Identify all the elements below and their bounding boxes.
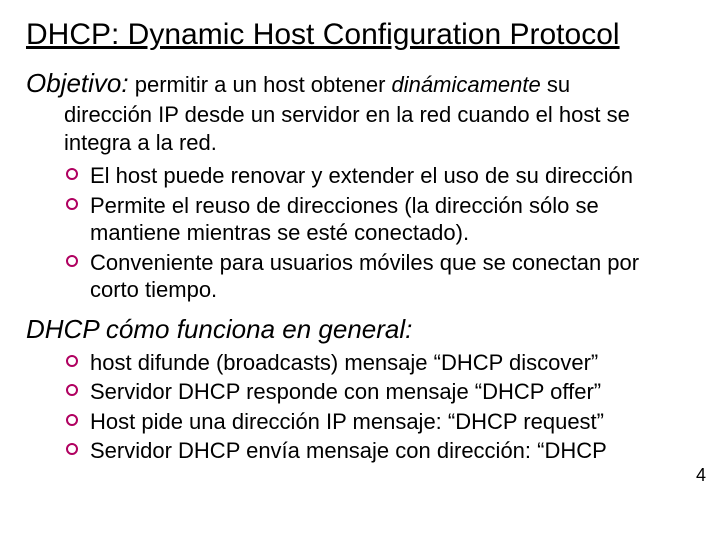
bullet-text: El host puede renovar y extender el uso … [90, 163, 633, 188]
bullet-text: host difunde (broadcasts) mensaje “DHCP … [90, 350, 598, 375]
objective-lead-em: dinámicamente [392, 72, 541, 97]
how-heading: DHCP cómo funciona en general: [26, 314, 694, 345]
list-item: Host pide una dirección IP mensaje: “DHC… [64, 408, 694, 436]
bullet-text: Servidor DHCP responde con mensaje “DHCP… [90, 379, 601, 404]
bullet-text: Host pide una dirección IP mensaje: “DHC… [90, 409, 604, 434]
objective-bullets: El host puede renovar y extender el uso … [64, 162, 694, 304]
bullet-text: Conveniente para usuarios móviles que se… [90, 250, 639, 303]
page-number: 4 [696, 465, 706, 486]
objective-body: dirección IP desde un servidor en la red… [64, 101, 694, 156]
slide: DHCP: Dynamic Host Configuration Protoco… [0, 0, 720, 465]
list-item: El host puede renovar y extender el uso … [64, 162, 694, 190]
objective-lead-before: permitir a un host obtener [129, 72, 392, 97]
objective-lead-after: su [541, 72, 570, 97]
list-item: Conveniente para usuarios móviles que se… [64, 249, 694, 304]
list-item: Permite el reuso de direcciones (la dire… [64, 192, 694, 247]
bullet-text: Servidor DHCP envía mensaje con direcció… [90, 438, 607, 463]
slide-title: DHCP: Dynamic Host Configuration Protoco… [26, 18, 694, 53]
objective-lead: Objetivo: permitir a un host obtener din… [26, 67, 694, 100]
how-bullets: host difunde (broadcasts) mensaje “DHCP … [64, 349, 694, 465]
list-item: Servidor DHCP responde con mensaje “DHCP… [64, 378, 694, 406]
list-item: host difunde (broadcasts) mensaje “DHCP … [64, 349, 694, 377]
bullet-text: Permite el reuso de direcciones (la dire… [90, 193, 599, 246]
objective-label: Objetivo: [26, 68, 129, 98]
list-item: Servidor DHCP envía mensaje con direcció… [64, 437, 694, 465]
